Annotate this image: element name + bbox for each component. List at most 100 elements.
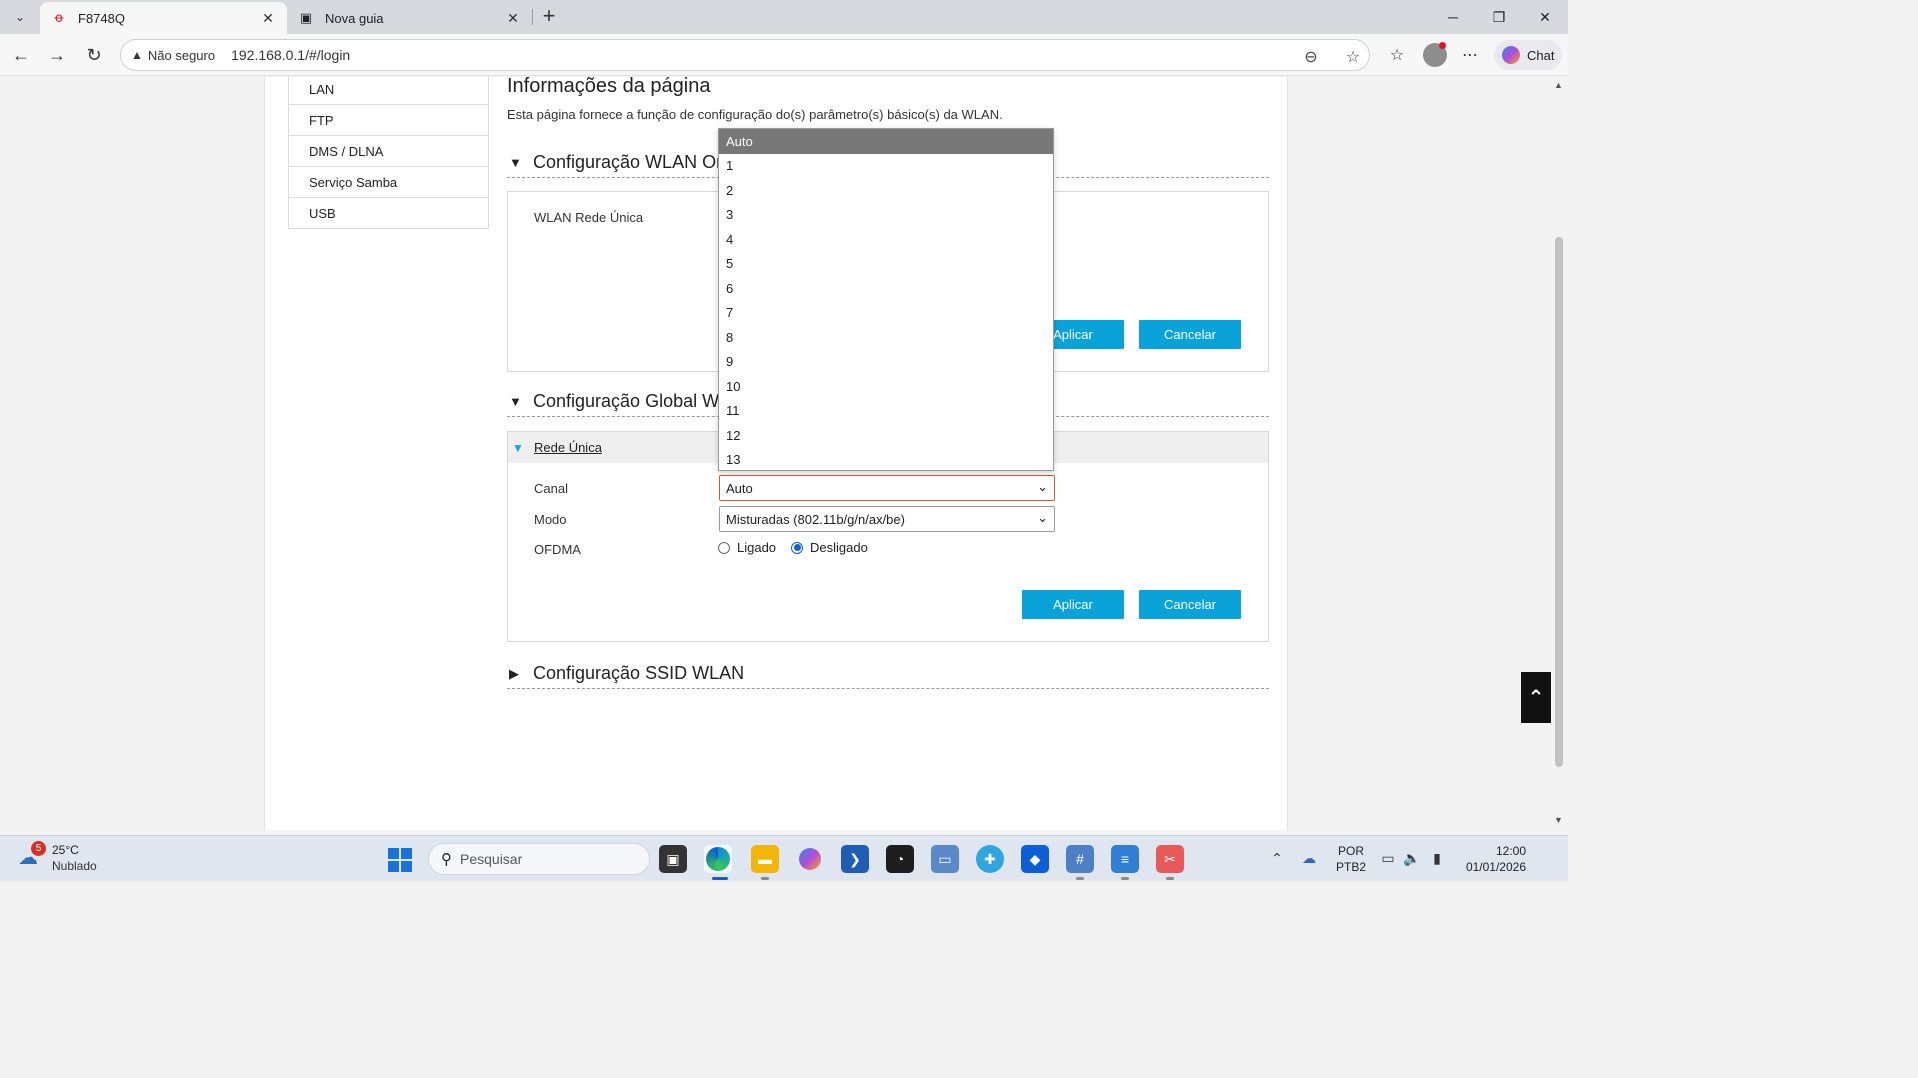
dropdown-option[interactable]: 13: [719, 448, 1053, 473]
refresh-icon[interactable]: ↻: [79, 40, 109, 70]
onedrive-icon[interactable]: ☁: [1298, 845, 1320, 871]
app-indicator: [1076, 877, 1084, 880]
weather-description[interactable]: Nublado: [52, 859, 97, 873]
notepad-icon[interactable]: ≡: [1111, 845, 1139, 873]
ofdma-off-option[interactable]: Desligado: [791, 540, 868, 555]
taskbar-search[interactable]: ⚲ Pesquisar: [428, 843, 650, 875]
powershell-icon[interactable]: ❯: [841, 845, 869, 873]
sidebar-item-usb[interactable]: USB: [289, 197, 488, 228]
tab-close-icon[interactable]: ✕: [504, 10, 522, 27]
modo-select[interactable]: Misturadas (802.11b/g/n/ax/be) ⌄: [719, 506, 1055, 532]
subsection-title[interactable]: Rede Única: [534, 440, 602, 455]
sidebar-item-ftp[interactable]: FTP: [289, 104, 488, 135]
warning-icon: ▲: [131, 48, 143, 62]
edge-browser-icon[interactable]: [704, 845, 732, 873]
favorites-icon[interactable]: ☆: [1384, 42, 1410, 68]
page-title: Informações da página: [507, 77, 711, 97]
section-title: Configuração WLAN On: [533, 152, 727, 172]
vpn-app-icon[interactable]: ◆: [1021, 845, 1049, 873]
favorite-star-icon[interactable]: ☆: [1343, 47, 1363, 67]
canal-value: Auto: [726, 480, 753, 496]
restore-icon[interactable]: ❐: [1476, 0, 1522, 34]
volume-muted-icon[interactable]: 🔈: [1401, 845, 1423, 871]
chat-label: Chat: [1527, 47, 1555, 63]
tab-nova-guia[interactable]: ▣ Nova guia ✕: [287, 2, 532, 34]
scroll-up-icon[interactable]: ▲: [1554, 80, 1563, 90]
dropdown-option[interactable]: Auto: [719, 129, 1053, 154]
ofdma-on-option[interactable]: Ligado: [718, 540, 776, 555]
tab-f8748q[interactable]: ꝋ F8748Q ✕: [40, 2, 287, 34]
scrollbar-thumb[interactable]: [1555, 237, 1563, 767]
back-icon[interactable]: ←: [6, 40, 36, 70]
dropdown-option[interactable]: 12: [719, 423, 1053, 448]
language-indicator[interactable]: POR PTB2: [1336, 843, 1366, 875]
apply-button[interactable]: Aplicar: [1022, 590, 1124, 619]
snipping-tool-icon[interactable]: ✂: [1156, 845, 1184, 873]
tab-actions-menu-icon[interactable]: ⌄: [6, 4, 34, 30]
minimize-icon[interactable]: ─: [1430, 0, 1476, 34]
tab-title: Nova guia: [325, 10, 384, 26]
page-description: Esta página fornece a função de configur…: [507, 107, 1003, 122]
tab-strip: ⌄ ꝋ F8748Q ✕ ▣ Nova guia ✕ + ─ ❐ ✕: [0, 0, 1568, 34]
weather-badge: 5: [31, 841, 46, 856]
radio-ligado[interactable]: [718, 541, 730, 554]
collapse-triangle-icon: ▼: [509, 155, 522, 170]
tab-separator: [532, 9, 533, 25]
dropdown-option[interactable]: 7: [719, 301, 1053, 326]
dropdown-option[interactable]: 11: [719, 399, 1053, 424]
support-app-icon[interactable]: ✚: [976, 845, 1004, 873]
dropdown-option[interactable]: 6: [719, 276, 1053, 301]
radio-desligado[interactable]: [791, 541, 803, 554]
forward-icon[interactable]: →: [42, 40, 72, 70]
ofdma-label: OFDMA: [534, 542, 581, 557]
ofdma-off-label: Desligado: [810, 540, 868, 555]
language-code: POR: [1338, 844, 1365, 858]
collapse-triangle-icon: ▼: [512, 440, 524, 455]
reading-mode-icon[interactable]: ⊖: [1301, 47, 1321, 67]
dropdown-option[interactable]: 2: [719, 178, 1053, 203]
remote-desktop-icon[interactable]: ▭: [931, 845, 959, 873]
keyboard-layout: PTB2: [1336, 860, 1367, 874]
dropdown-option[interactable]: 10: [719, 374, 1053, 399]
channel-dropdown-list[interactable]: Auto 1 2 3 4 5 6 7 8 9 10 11 12 13: [718, 128, 1054, 471]
section-ssid-header[interactable]: ▶ Configuração SSID WLAN: [507, 659, 1269, 689]
dropdown-option[interactable]: 5: [719, 252, 1053, 277]
wlan-rede-unica-label: WLAN Rede Única: [534, 210, 644, 225]
system-clock[interactable]: 12:00 01/01/2026: [1460, 843, 1526, 875]
task-view-icon[interactable]: ▣: [659, 845, 687, 873]
weather-temperature[interactable]: 25°C: [52, 843, 79, 857]
dropdown-option[interactable]: 1: [719, 154, 1053, 179]
more-options-icon[interactable]: ⋯: [1457, 42, 1483, 68]
address-bar[interactable]: ▲ Não seguro 192.168.0.1/#/login ⊖ ☆: [120, 39, 1370, 71]
copilot-chat-button[interactable]: Chat: [1494, 40, 1562, 70]
chevron-up-icon[interactable]: ⌃: [1266, 845, 1288, 871]
tab-close-icon[interactable]: ✕: [259, 10, 277, 27]
start-windows-icon[interactable]: [388, 848, 412, 872]
back-to-top-icon[interactable]: ⌃: [1521, 672, 1551, 723]
speedtest-icon[interactable]: ◔: [886, 845, 914, 873]
modo-label: Modo: [534, 512, 567, 527]
dropdown-option[interactable]: 8: [719, 325, 1053, 350]
dropdown-option[interactable]: 4: [719, 227, 1053, 252]
sidebar-item-samba[interactable]: Serviço Samba: [289, 166, 488, 197]
section-title: Configuração Global WL: [533, 391, 730, 411]
canal-select[interactable]: Auto ⌄: [719, 475, 1055, 501]
security-label[interactable]: Não seguro: [148, 48, 215, 63]
cancel-button[interactable]: Cancelar: [1139, 320, 1241, 349]
file-explorer-icon[interactable]: ▬: [751, 845, 779, 873]
sidebar-item-lan[interactable]: LAN: [289, 77, 488, 104]
page-scrollbar[interactable]: ▲ ▼: [1551, 77, 1568, 830]
dropdown-option[interactable]: 3: [719, 203, 1053, 228]
cancel-button[interactable]: Cancelar: [1139, 590, 1241, 619]
sidebar-item-dms-dlna[interactable]: DMS / DLNA: [289, 135, 488, 166]
network-icon[interactable]: ▭: [1377, 845, 1399, 871]
close-window-icon[interactable]: ✕: [1522, 0, 1568, 34]
battery-icon[interactable]: ▮: [1426, 845, 1448, 871]
scroll-down-icon[interactable]: ▼: [1554, 815, 1563, 825]
dropdown-option[interactable]: 9: [719, 350, 1053, 375]
url-text[interactable]: 192.168.0.1/#/login: [231, 47, 350, 63]
calculator-grid-icon[interactable]: #: [1066, 845, 1094, 873]
new-tab-icon[interactable]: +: [536, 4, 562, 30]
chevron-down-icon: ⌄: [1037, 479, 1048, 494]
copilot-app-icon[interactable]: [796, 845, 824, 873]
